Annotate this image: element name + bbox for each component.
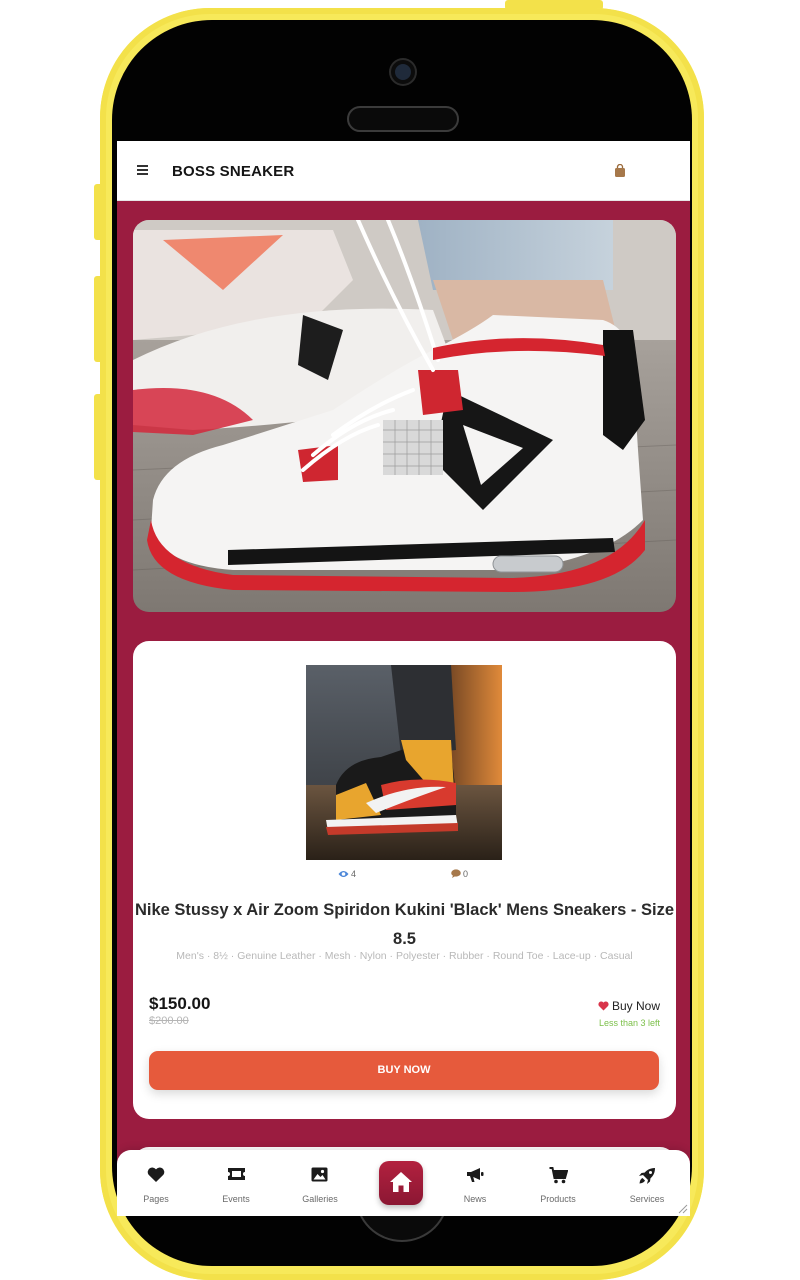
app-screen: BOSS SNEAKER 4 0 Nike Stussy x Air Zoom … [117, 141, 690, 1216]
earpiece-speaker [347, 106, 459, 132]
nav-news[interactable]: News [440, 1150, 510, 1216]
rocket-icon [639, 1168, 655, 1184]
product-size: 8.5 [393, 930, 416, 948]
product-price: $150.00 [149, 994, 211, 1013]
cart-icon [549, 1167, 568, 1184]
stock-note: Less than 3 left [598, 1018, 660, 1028]
app-title: BOSS SNEAKER [172, 163, 295, 180]
home-icon [390, 1172, 412, 1192]
hero-image[interactable] [133, 220, 676, 612]
megaphone-icon [467, 1168, 484, 1182]
heart-icon [147, 1167, 165, 1182]
nav-pages[interactable]: Pages [121, 1150, 191, 1216]
nav-galleries[interactable]: Galleries [285, 1150, 355, 1216]
nav-label-galleries: Galleries [302, 1194, 338, 1204]
eye-icon [338, 871, 349, 877]
wishlist-buy-label: Buy Now [611, 999, 660, 1013]
product-tags: Men's · 8½ · Genuine Leather · Mesh · Ny… [176, 950, 633, 962]
nav-label-news: News [463, 1194, 487, 1204]
wishlist-buy-link[interactable]: Buy Now [598, 999, 660, 1013]
image-icon [311, 1167, 328, 1182]
sneaker-hero-photo [133, 220, 676, 612]
comments-value: 0 [463, 869, 469, 879]
nav-label-pages: Pages [143, 1194, 169, 1204]
views-value: 4 [351, 869, 357, 879]
nav-events[interactable]: Events [201, 1150, 271, 1216]
product-old-price: $200.00 [149, 1015, 189, 1027]
app-header: BOSS SNEAKER [117, 141, 690, 201]
product-thumbnail[interactable] [306, 665, 502, 860]
comments-count: 0 [451, 869, 468, 879]
nav-home-button[interactable] [379, 1161, 423, 1205]
product-card: 4 0 Nike Stussy x Air Zoom Spiridon Kuki… [133, 641, 676, 1119]
product-photo [306, 665, 502, 860]
ticket-icon [228, 1168, 245, 1180]
heart-icon [598, 1001, 609, 1011]
nav-products[interactable]: Products [523, 1150, 593, 1216]
nav-label-services: Services [629, 1194, 665, 1204]
views-count: 4 [338, 869, 356, 879]
shopping-bag-icon[interactable] [614, 164, 626, 178]
menu-icon[interactable] [137, 165, 148, 176]
nav-label-products: Products [540, 1194, 576, 1204]
product-name[interactable]: Nike Stussy x Air Zoom Spiridon Kukini '… [133, 901, 676, 920]
nav-label-events: Events [222, 1194, 250, 1204]
resize-grip-icon[interactable] [676, 1202, 688, 1214]
buy-now-button[interactable]: BUY NOW [149, 1051, 659, 1090]
comment-icon [451, 869, 461, 878]
nav-services[interactable]: Services [612, 1150, 682, 1216]
bottom-nav: Pages Events Galleries News Products Ser… [117, 1150, 690, 1216]
front-camera [391, 60, 415, 84]
